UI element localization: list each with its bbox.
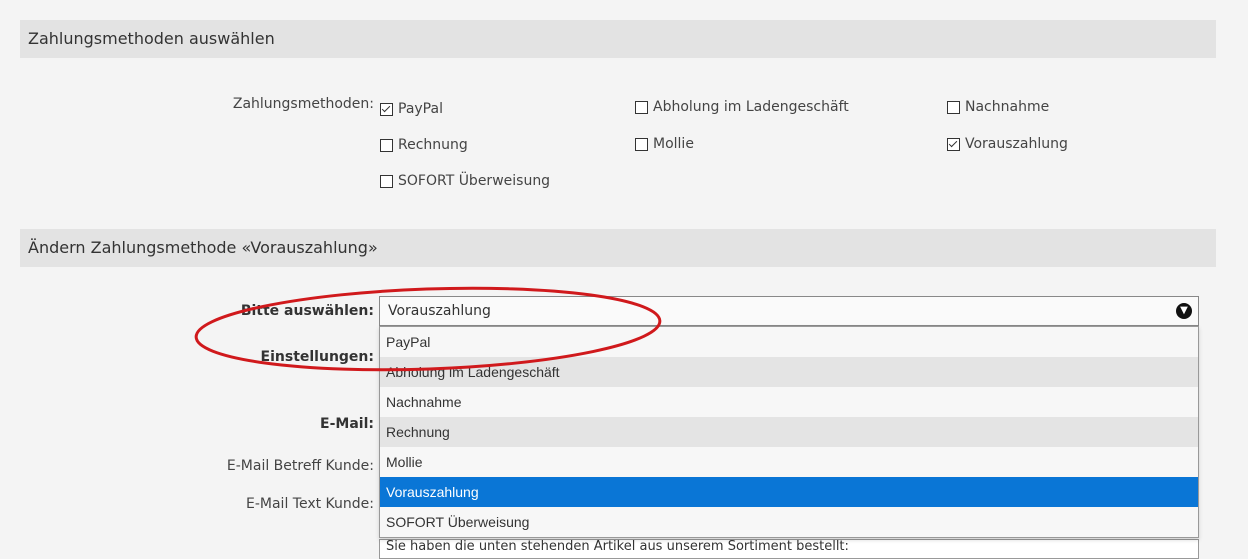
checkbox-label: SOFORT Überweisung xyxy=(398,173,551,189)
checkbox-label: Abholung im Ladengeschäft xyxy=(653,99,849,115)
email-text-textarea[interactable]: Sie haben die unten stehenden Artikel au… xyxy=(379,539,1199,559)
checkbox-unchecked-icon[interactable] xyxy=(947,100,960,114)
dropdown-option-vorauszahlung[interactable]: Vorauszahlung xyxy=(380,477,1198,507)
checkbox-nachnahme[interactable]: Nachnahme xyxy=(947,99,1049,115)
checkbox-checked-icon[interactable] xyxy=(947,137,960,151)
checkbox-unchecked-icon[interactable] xyxy=(380,138,393,152)
email-subject-label: E-Mail Betreff Kunde: xyxy=(226,458,374,474)
checkbox-unchecked-icon[interactable] xyxy=(635,137,648,151)
email-text-label: E-Mail Text Kunde: xyxy=(246,496,374,512)
checkbox-paypal[interactable]: PayPal xyxy=(380,101,443,117)
payment-methods-label: Zahlungsmethoden: xyxy=(232,96,374,112)
checkbox-label: Vorauszahlung xyxy=(965,136,1068,152)
dropdown-option-mollie[interactable]: Mollie xyxy=(380,447,1198,477)
checkbox-unchecked-icon[interactable] xyxy=(380,174,393,188)
checkbox-label: PayPal xyxy=(398,101,443,117)
checkbox-label: Nachnahme xyxy=(965,99,1050,115)
checkbox-unchecked-icon[interactable] xyxy=(635,100,648,114)
dropdown-option-sofort[interactable]: SOFORT Überweisung xyxy=(380,507,1198,537)
section-header-change-method: Ändern Zahlungsmethode «Vorauszahlung» xyxy=(20,229,1216,267)
dropdown-option-rechnung[interactable]: Rechnung xyxy=(380,417,1198,447)
checkbox-vorauszahlung[interactable]: Vorauszahlung xyxy=(947,136,1068,152)
checkbox-label: Rechnung xyxy=(398,137,468,153)
section-header-payment-methods: Zahlungsmethoden auswählen xyxy=(20,20,1216,58)
email-label: E-Mail: xyxy=(320,416,374,432)
checkbox-checked-icon[interactable] xyxy=(380,102,393,116)
dropdown-option-nachnahme[interactable]: Nachnahme xyxy=(380,387,1198,417)
checkbox-abholung[interactable]: Abholung im Ladengeschäft xyxy=(635,99,849,115)
select-label: Bitte auswählen: xyxy=(240,303,374,319)
dropdown-option-abholung[interactable]: Abholung im Ladengeschäft xyxy=(380,357,1198,387)
select-value: Vorauszahlung xyxy=(388,303,491,319)
checkbox-rechnung[interactable]: Rechnung xyxy=(380,137,468,153)
dropdown-option-paypal[interactable]: PayPal xyxy=(380,327,1198,357)
chevron-down-circle-icon[interactable]: ▼ xyxy=(1176,303,1192,319)
checkbox-mollie[interactable]: Mollie xyxy=(635,136,694,152)
checkbox-label: Mollie xyxy=(653,136,694,152)
payment-method-dropdown[interactable]: PayPal Abholung im Ladengeschäft Nachnah… xyxy=(379,326,1199,538)
checkbox-sofort[interactable]: SOFORT Überweisung xyxy=(380,173,550,189)
settings-label: Einstellungen: xyxy=(260,349,374,365)
payment-method-select[interactable]: Vorauszahlung ▼ xyxy=(379,296,1199,326)
